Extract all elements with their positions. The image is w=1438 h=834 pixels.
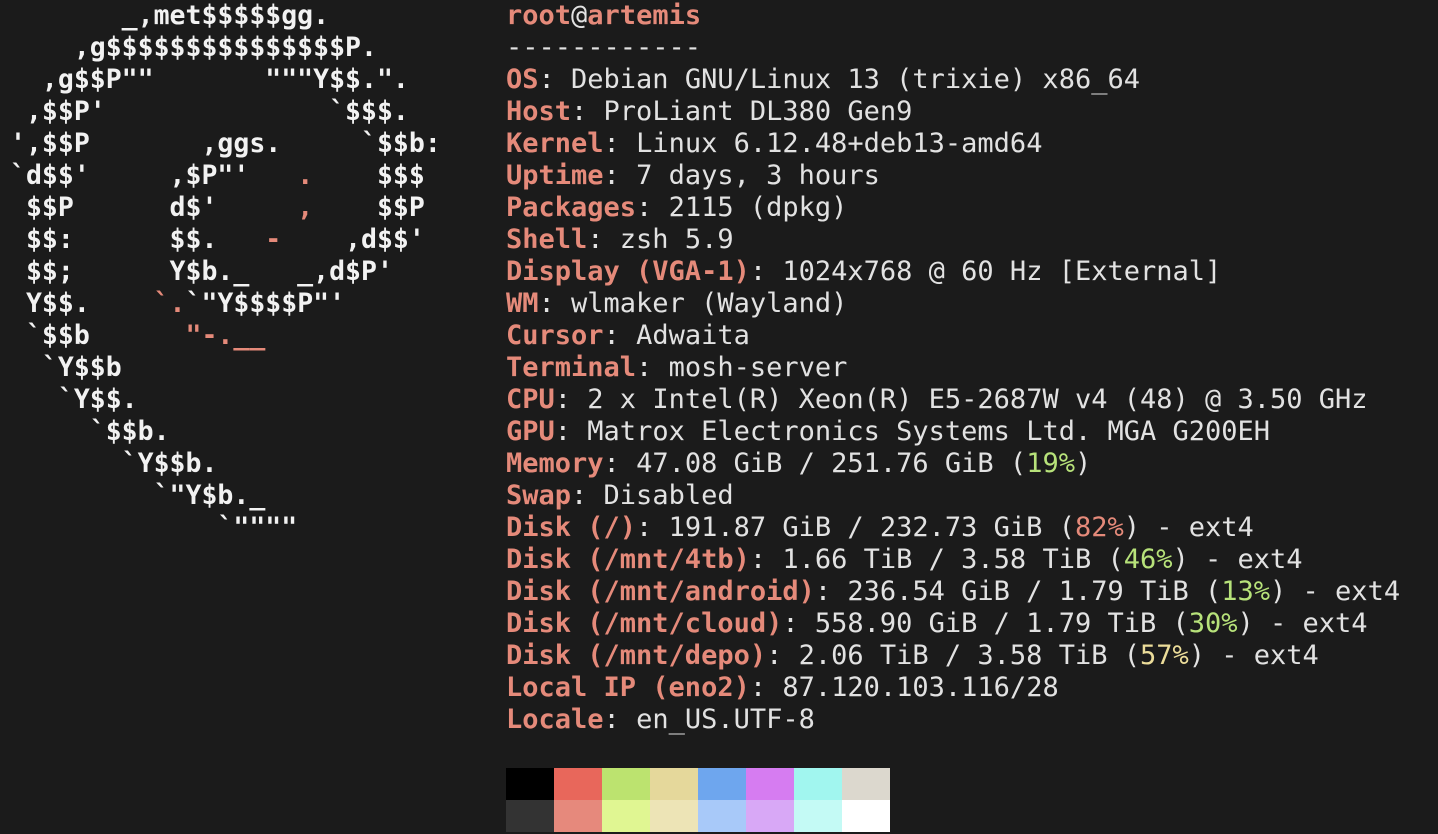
system-info-panel: root@artemis ------------ OS: Debian GNU… — [506, 0, 1426, 736]
info-row-disk-cloud: Disk (/mnt/cloud): 558.90 GiB / 1.79 TiB… — [506, 608, 1368, 639]
info-row-kernel: Kernel: Linux 6.12.48+deb13-amd64 — [506, 128, 1043, 159]
color-swatch-normal-0 — [506, 768, 554, 800]
info-row-memory: Memory: 47.08 GiB / 251.76 GiB (19%) — [506, 448, 1092, 479]
usage-percent: 19% — [1026, 448, 1075, 479]
usage-percent: 46% — [1123, 544, 1173, 575]
color-swatch-normal-2 — [602, 768, 650, 800]
info-row-wm: WM: wlmaker (Wayland) — [506, 288, 848, 319]
color-swatch-normal-5 — [746, 768, 794, 800]
color-swatch-bright-2 — [602, 800, 650, 832]
logo-accent: `. — [153, 288, 186, 319]
logo-accent: - — [265, 224, 282, 255]
logo-line: `"""" — [10, 512, 298, 543]
logo-line: `$$b. — [10, 416, 170, 447]
color-swatch-normal-3 — [650, 768, 698, 800]
color-swatch-bright-5 — [746, 800, 794, 832]
logo-line: `d$$' ,$P"' — [10, 160, 298, 191]
logo-line: $$P — [313, 192, 425, 223]
logo-line: $$: $$. — [10, 224, 266, 255]
logo-line: `Y$$b. — [10, 448, 218, 479]
color-swatch-bright-6 — [794, 800, 842, 832]
info-row-display: Display (VGA-1): 1024x768 @ 60 Hz [Exter… — [506, 256, 1222, 287]
color-swatch-normal-7 — [842, 768, 890, 800]
color-swatch-normal-6 — [794, 768, 842, 800]
logo-line: ,g$$P"" """Y$$.". — [10, 64, 409, 95]
usage-percent: 82% — [1074, 512, 1124, 543]
logo-line: $$; Y$b._ _,d$P' — [10, 256, 393, 287]
info-row-os: OS: Debian GNU/Linux 13 (trixie) x86_64 — [506, 64, 1140, 95]
info-row-local-ip: Local IP (eno2): 87.120.103.116/28 — [506, 672, 1059, 703]
color-swatch-normal-1 — [554, 768, 602, 800]
usage-percent: 30% — [1188, 608, 1238, 639]
info-row-cpu: CPU: 2 x Intel(R) Xeon(R) E5-2687W v4 (4… — [506, 384, 1368, 415]
info-row-disk-depo: Disk (/mnt/depo): 2.06 TiB / 3.58 TiB (5… — [506, 640, 1319, 671]
info-row-disk-android: Disk (/mnt/android): 236.54 GiB / 1.79 T… — [506, 576, 1401, 607]
logo-accent: . — [297, 160, 314, 191]
color-swatch-bright-3 — [650, 800, 698, 832]
info-row-packages: Packages: 2115 (dpkg) — [506, 192, 848, 223]
logo-accent: "-.__ — [185, 320, 266, 351]
usage-percent: 13% — [1221, 576, 1271, 607]
title-separator: ------------ — [506, 32, 702, 63]
info-row-disk-root: Disk (/): 191.87 GiB / 232.73 GiB (82%) … — [506, 512, 1254, 543]
logo-line: Y$$. — [10, 288, 154, 319]
logo-line: ,d$$' — [281, 224, 425, 255]
info-row-shell: Shell: zsh 5.9 — [506, 224, 734, 255]
info-row-disk-4tb: Disk (/mnt/4tb): 1.66 TiB / 3.58 TiB (46… — [506, 544, 1303, 575]
logo-line: `Y$$. — [10, 384, 138, 415]
logo-line: `"Y$b._ — [10, 480, 266, 511]
usage-percent: 57% — [1139, 640, 1189, 671]
color-swatch-bright-0 — [506, 800, 554, 832]
info-row-uptime: Uptime: 7 days, 3 hours — [506, 160, 880, 191]
color-swatch-bright-7 — [842, 800, 890, 832]
info-row-swap: Swap: Disabled — [506, 480, 734, 511]
logo-line: ,g$$$$$$$$$$$$$$$P. — [10, 32, 377, 63]
logo-line: ,$$P' `$$$. — [10, 96, 409, 127]
logo-line: $$$ — [313, 160, 425, 191]
info-row-gpu: GPU: Matrox Electronics Systems Ltd. MGA… — [506, 416, 1271, 447]
color-swatch-normal-4 — [698, 768, 746, 800]
info-row-locale: Locale: en_US.UTF-8 — [506, 704, 815, 735]
logo-line: `"Y$$$$P"' — [185, 288, 346, 319]
info-row-terminal: Terminal: mosh-server — [506, 352, 848, 383]
info-row-host: Host: ProLiant DL380 Gen9 — [506, 96, 913, 127]
logo-line: ',$$P ,ggs. `$$b: — [10, 128, 441, 159]
logo-accent: , — [297, 192, 314, 223]
color-swatch-bright-4 — [698, 800, 746, 832]
user-host-title: root@artemis — [506, 0, 702, 31]
debian-ascii-logo: _,met$$$$$gg. ,g$$$$$$$$$$$$$$$P. ,g$$P"… — [10, 0, 441, 544]
info-row-cursor: Cursor: Adwaita — [506, 320, 750, 351]
logo-line: $$P d$' — [10, 192, 298, 223]
logo-line: `Y$$b — [10, 352, 122, 383]
color-swatch-bright-1 — [554, 800, 602, 832]
logo-line: `$$b — [10, 320, 186, 351]
terminal-color-palette — [506, 768, 890, 832]
logo-line: _,met$$$$$gg. — [10, 0, 330, 31]
